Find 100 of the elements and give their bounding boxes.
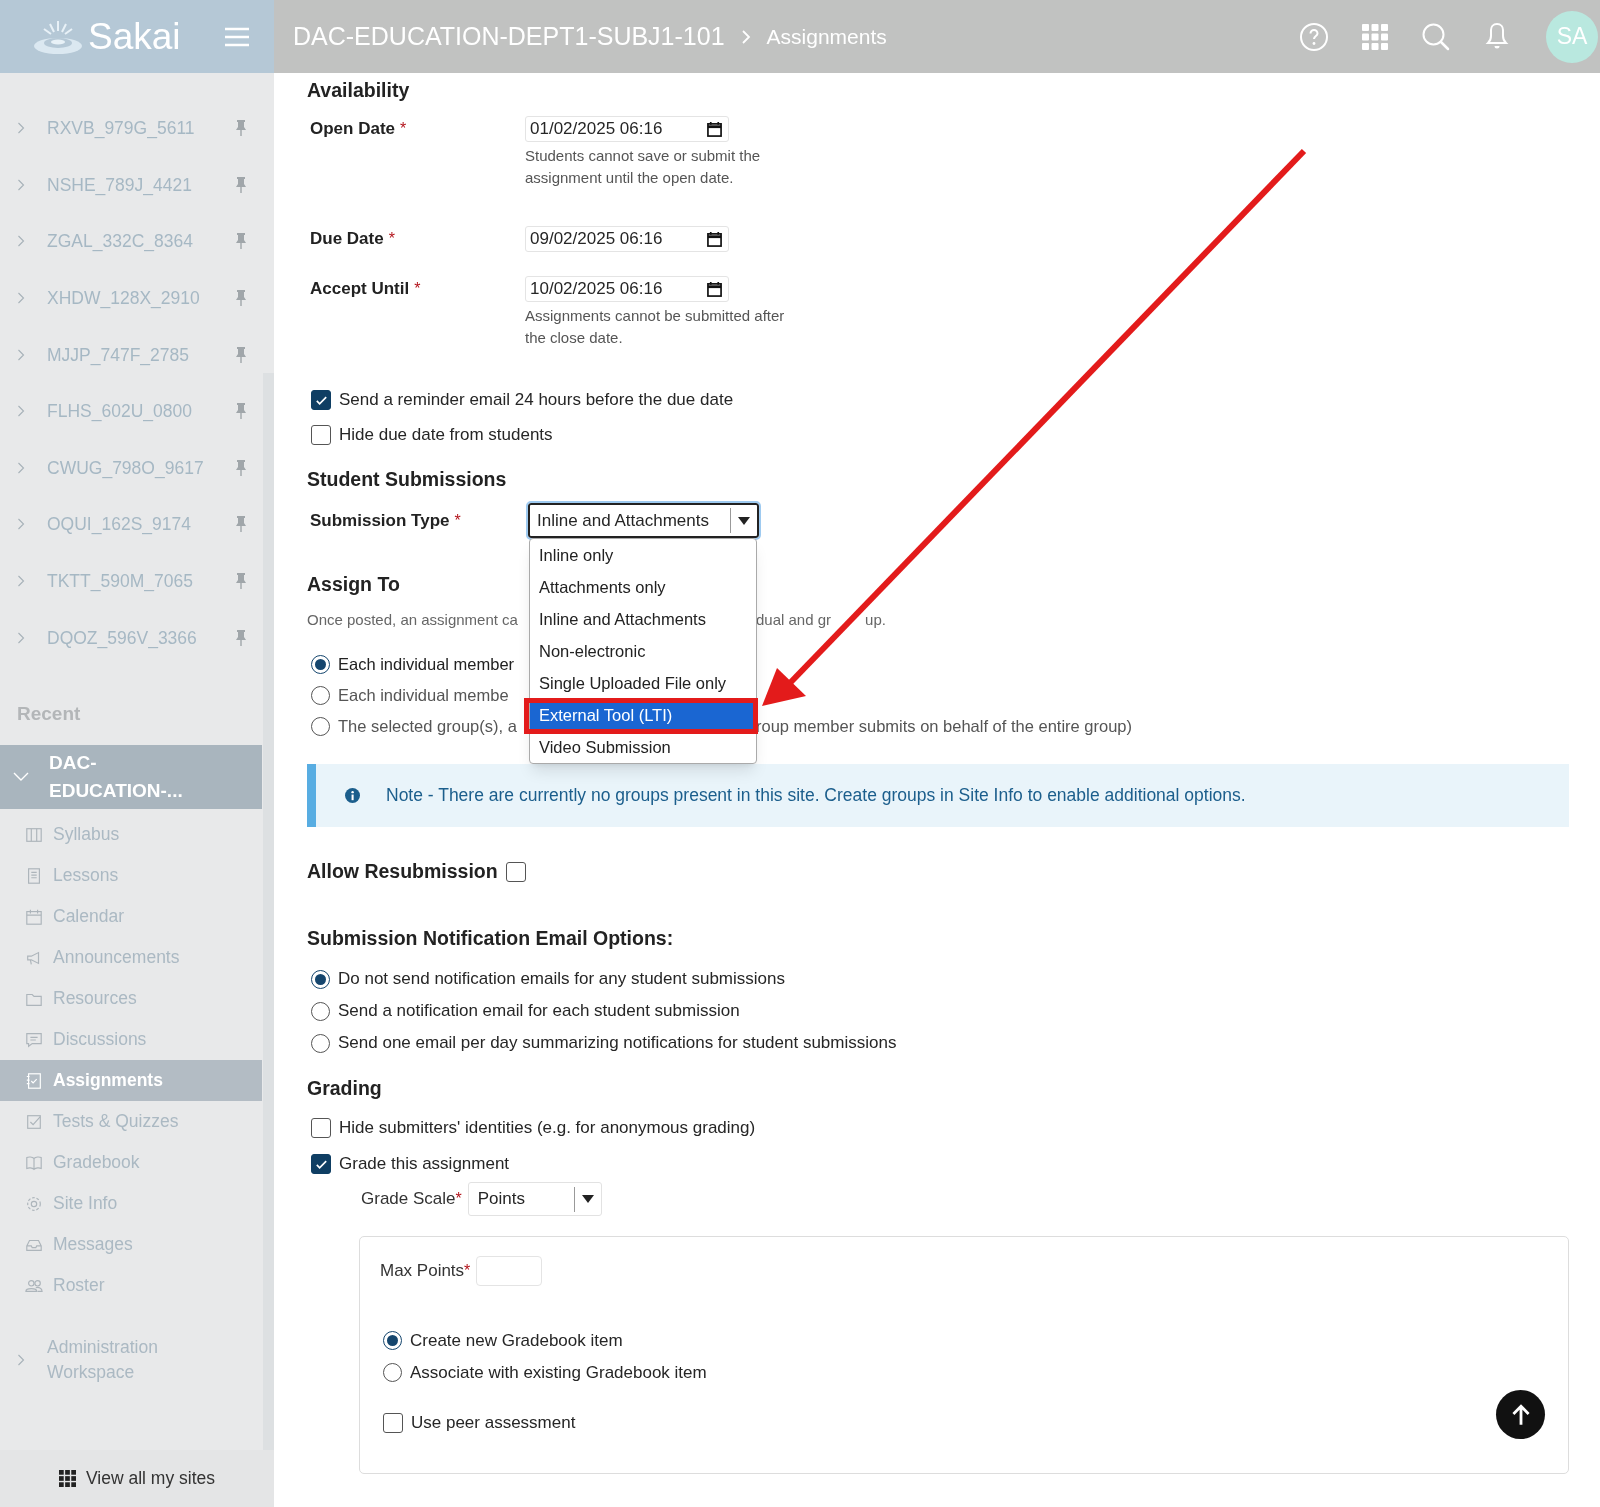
field-label: Due Date <box>310 228 384 251</box>
radio-button[interactable] <box>311 717 330 736</box>
avatar[interactable]: SA <box>1546 10 1598 63</box>
tool-link[interactable]: Gradebook <box>0 1142 262 1183</box>
tool-link[interactable]: Assignments <box>0 1060 262 1101</box>
checkbox[interactable] <box>311 390 331 410</box>
tool-link[interactable]: Tests & Quizzes <box>0 1101 262 1142</box>
section-heading: Availability <box>307 79 410 103</box>
site-link[interactable]: NSHE_789J_4421 <box>47 171 192 198</box>
calendar-icon[interactable] <box>707 281 722 297</box>
submission-type-select[interactable]: Inline and Attachments <box>528 503 759 538</box>
radio-button[interactable] <box>383 1331 402 1350</box>
radio-label: Send one email per day summarizing notifications for student submissions <box>338 1032 897 1055</box>
help-text: Students cannot save or submit the assignment until the open date. <box>525 146 762 188</box>
tool-link[interactable]: Syllabus <box>0 814 262 855</box>
radio-button[interactable] <box>311 655 330 674</box>
calendar-icon[interactable] <box>707 121 722 137</box>
site-link[interactable]: ZGAL_332C_8364 <box>47 228 193 255</box>
checkbox[interactable] <box>505 862 526 882</box>
checkbox[interactable] <box>311 425 331 445</box>
tool-link[interactable]: Site Info <box>0 1183 262 1224</box>
radio-button[interactable] <box>383 1363 402 1382</box>
dropdown-option[interactable]: Inline and Attachments <box>530 603 756 635</box>
chevron-down-icon <box>13 772 29 782</box>
radio-label: The selected group(s), a <box>338 716 517 738</box>
required-mark: * <box>388 229 395 249</box>
admin-workspace-link[interactable]: Administration Workspace <box>47 1335 187 1385</box>
tool-link[interactable]: Resources <box>0 978 262 1019</box>
radio-label: Each individual member <box>338 654 515 676</box>
radio-button[interactable] <box>311 969 330 989</box>
site-link[interactable]: TKTT_590M_7065 <box>47 567 193 595</box>
field-label: Open Date <box>310 118 396 141</box>
grade-scale-select[interactable]: Points <box>467 1182 602 1216</box>
checkbox[interactable] <box>311 1118 331 1138</box>
view-all-sites-link[interactable]: View all my sites <box>0 1450 274 1507</box>
chevron-icon <box>16 1352 26 1368</box>
dropdown-option[interactable]: Attachments only <box>530 571 756 603</box>
tool-link[interactable]: Roster <box>0 1265 262 1306</box>
section-heading: Grading <box>307 1077 382 1101</box>
checklist-icon <box>25 1071 43 1090</box>
map-icon <box>25 825 43 844</box>
tool-link[interactable]: Calendar <box>0 896 262 937</box>
site-link[interactable]: XHDW_128X_2910 <box>47 284 200 312</box>
dropdown-option[interactable]: Inline only <box>530 539 756 571</box>
chevron-icon <box>739 28 752 45</box>
caret-icon <box>581 1195 594 1203</box>
radio-button[interactable] <box>311 1001 330 1021</box>
tool-link[interactable]: Messages <box>0 1224 262 1265</box>
checkbox-label: Use peer assessment <box>411 1412 576 1435</box>
site-link[interactable]: OQUI_162S_9174 <box>47 511 191 538</box>
required-mark: * <box>455 1190 462 1208</box>
required-mark: * <box>454 510 461 531</box>
checkbox-label: Send a reminder email 24 hours before the due date <box>339 389 734 412</box>
field-label: Max Points <box>380 1260 465 1283</box>
description-text: dual and gr <box>756 609 832 630</box>
field-label: Grade Scale <box>361 1188 456 1211</box>
checkbox[interactable] <box>383 1413 403 1433</box>
gear-icon <box>25 1194 43 1213</box>
checkbox-icon <box>25 1112 43 1131</box>
current-site-header[interactable]: DAC-EDUCATION-... <box>0 745 262 809</box>
radio-label: Send a notification email for each student submission <box>338 1000 740 1023</box>
dropdown-option[interactable]: Video Submission <box>530 731 756 763</box>
help-icon <box>1298 20 1330 53</box>
info-icon <box>345 788 360 803</box>
description-text: up. <box>865 609 886 630</box>
dropdown-option[interactable]: Single Uploaded File only <box>530 667 756 699</box>
scroll-to-top-button[interactable] <box>1496 1390 1545 1439</box>
radio-button[interactable] <box>311 686 330 705</box>
required-mark: * <box>414 279 421 299</box>
date-field[interactable]: 10/02/2025 06:16 <box>525 276 729 302</box>
tool-link[interactable]: Announcements <box>0 937 262 978</box>
radio-label: Do not send notification emails for any student submissions <box>338 968 785 991</box>
radio-button[interactable] <box>311 1033 330 1053</box>
tool-link[interactable]: Discussions <box>0 1019 262 1060</box>
field-label: Accept Until <box>310 278 410 301</box>
checkbox-label: Grade this assignment <box>339 1153 510 1176</box>
field-label: Allow Resubmission <box>307 859 498 885</box>
breadcrumb-link[interactable]: DAC-EDUCATION-DEPT1-SUBJ1-101 <box>293 17 725 56</box>
help-text: Assignments cannot be submitted after the close date. <box>525 306 786 348</box>
site-link[interactable]: FLHS_602U_0800 <box>47 398 192 425</box>
field-label: Submission Type <box>310 509 450 532</box>
section-heading: Assign To <box>307 573 400 597</box>
tool-link[interactable]: Lessons <box>0 855 262 896</box>
date-field[interactable]: 01/02/2025 06:16 <box>525 116 729 142</box>
calendar-icon[interactable] <box>707 231 722 247</box>
checkbox-label: Hide submitters' identities (e.g. for anonymous grading) <box>339 1117 756 1140</box>
breadcrumb-link[interactable]: Assignments <box>766 20 887 53</box>
date-field[interactable]: 09/02/2025 06:16 <box>525 226 729 252</box>
max-points-field[interactable] <box>476 1256 543 1286</box>
site-link[interactable]: RXVB_979G_5611 <box>47 115 195 142</box>
book-icon <box>25 1153 43 1172</box>
description-text: Once posted, an assignment ca <box>307 610 518 628</box>
site-title: DAC-EDUCATION-... <box>49 751 184 803</box>
dropdown-option[interactable]: Non-electronic <box>530 635 756 667</box>
required-mark: * <box>464 1261 471 1281</box>
site-link[interactable]: CWUG_798O_9617 <box>47 454 204 481</box>
site-link[interactable]: DQOZ_596V_3366 <box>47 624 197 651</box>
checkbox[interactable] <box>311 1154 331 1174</box>
radio-label: Create new Gradebook item <box>410 1329 623 1352</box>
site-link[interactable]: MJJP_747F_2785 <box>47 341 190 368</box>
